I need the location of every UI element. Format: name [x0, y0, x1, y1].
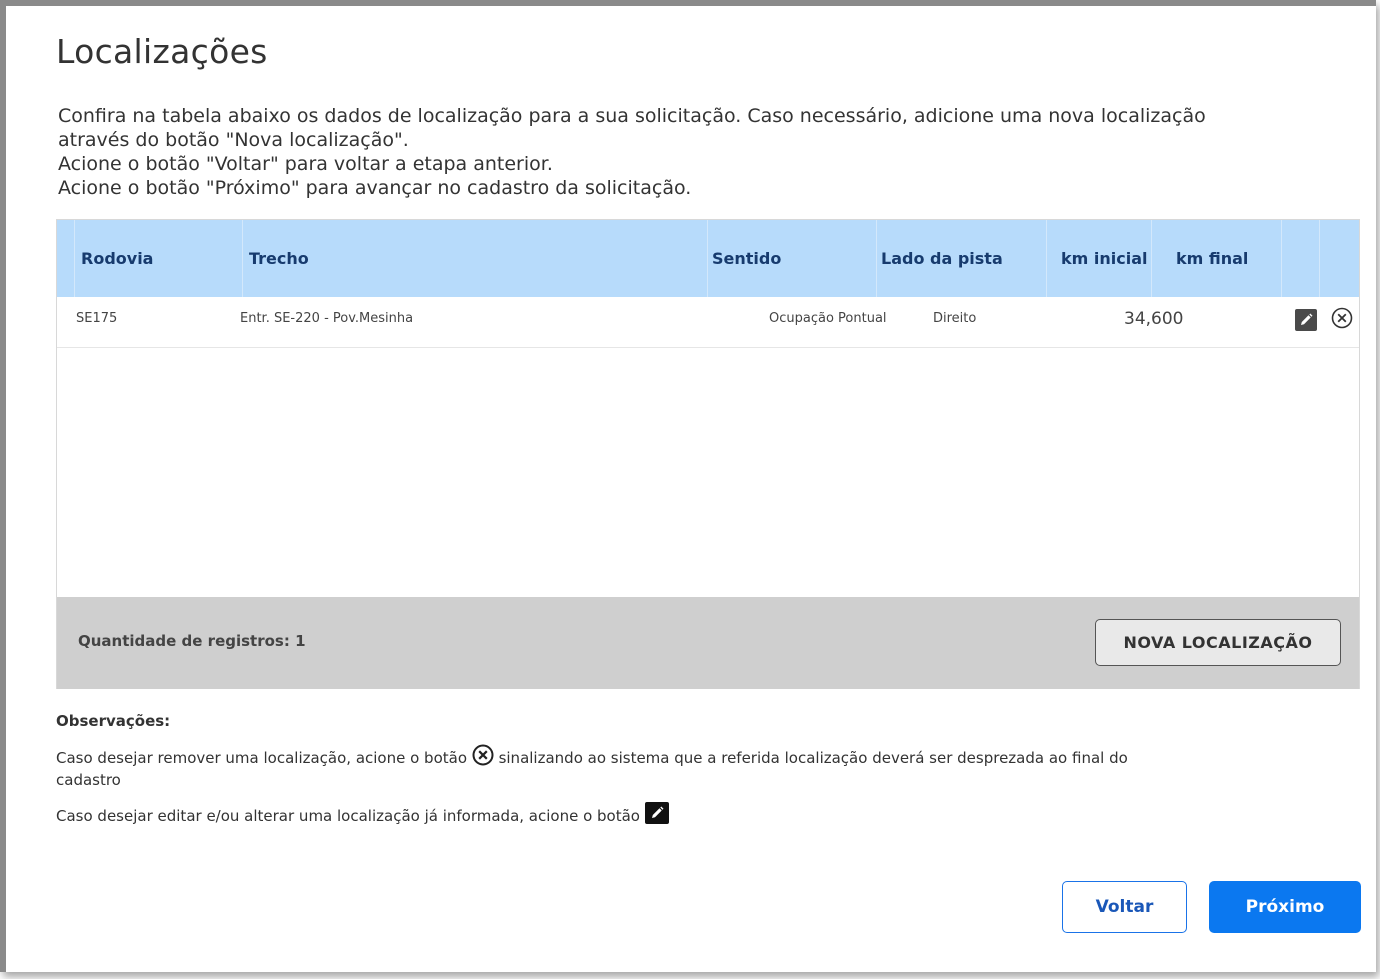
header-km-final[interactable]: km final	[1152, 220, 1282, 297]
table-row: SE175 Entr. SE-220 - Pov.Mesinha Ocupaçã…	[57, 297, 1359, 348]
proximo-button[interactable]: Próximo	[1209, 881, 1361, 933]
cell-trecho: Entr. SE-220 - Pov.Mesinha	[240, 311, 414, 326]
header-actions	[1282, 220, 1320, 297]
header-rodovia[interactable]: Rodovia	[75, 220, 243, 297]
table-footer: Quantidade de registros: 1 NOVA LOCALIZA…	[57, 597, 1359, 689]
records-count: Quantidade de registros: 1	[78, 632, 306, 650]
voltar-button[interactable]: Voltar	[1062, 881, 1187, 933]
pencil-icon	[644, 802, 669, 829]
header-spacer	[57, 220, 75, 297]
cell-rodovia: SE175	[76, 311, 118, 326]
remove-text-wrap: cadastro	[56, 771, 121, 789]
intro-line: Confira na tabela abaixo os dados de loc…	[58, 105, 1206, 127]
cell-sentido: Ocupação Pontual	[769, 311, 887, 326]
intro-line: Acione o botão "Voltar" para voltar a et…	[58, 153, 553, 175]
header-lado-da-pista[interactable]: Lado da pista	[877, 220, 1047, 297]
remove-text-before: Caso desejar remover uma localização, ac…	[56, 749, 468, 767]
circle-x-icon	[472, 744, 494, 771]
remove-text-after: sinalizando ao sistema que a referida lo…	[498, 749, 1128, 767]
pencil-icon[interactable]	[1295, 309, 1317, 331]
header-actions	[1320, 220, 1359, 297]
remove-instruction: Caso desejar remover uma localização, ac…	[56, 744, 1356, 790]
cell-km: 34,600	[1124, 309, 1184, 329]
dialog-frame: Localizações Confira na tabela abaixo os…	[0, 0, 1376, 972]
page-title: Localizações	[56, 32, 268, 71]
circle-x-icon[interactable]	[1331, 307, 1353, 329]
intro-text: Confira na tabela abaixo os dados de loc…	[58, 104, 1348, 200]
header-sentido[interactable]: Sentido	[708, 220, 877, 297]
nova-localizacao-button[interactable]: NOVA LOCALIZAÇÃO	[1095, 619, 1341, 666]
edit-text: Caso desejar editar e/ou alterar uma loc…	[56, 807, 640, 825]
intro-line: Acione o botão "Próximo" para avançar no…	[58, 177, 692, 199]
observacoes-title: Observações:	[56, 712, 171, 730]
edit-instruction: Caso desejar editar e/ou alterar uma loc…	[56, 802, 1356, 829]
header-trecho[interactable]: Trecho	[243, 220, 708, 297]
cell-lado: Direito	[933, 311, 977, 326]
table-header: Rodovia Trecho Sentido Lado da pista km …	[57, 220, 1359, 297]
intro-line: através do botão "Nova localização".	[58, 129, 409, 151]
locations-table: Rodovia Trecho Sentido Lado da pista km …	[56, 219, 1360, 689]
header-km-inicial[interactable]: km inicial	[1047, 220, 1152, 297]
